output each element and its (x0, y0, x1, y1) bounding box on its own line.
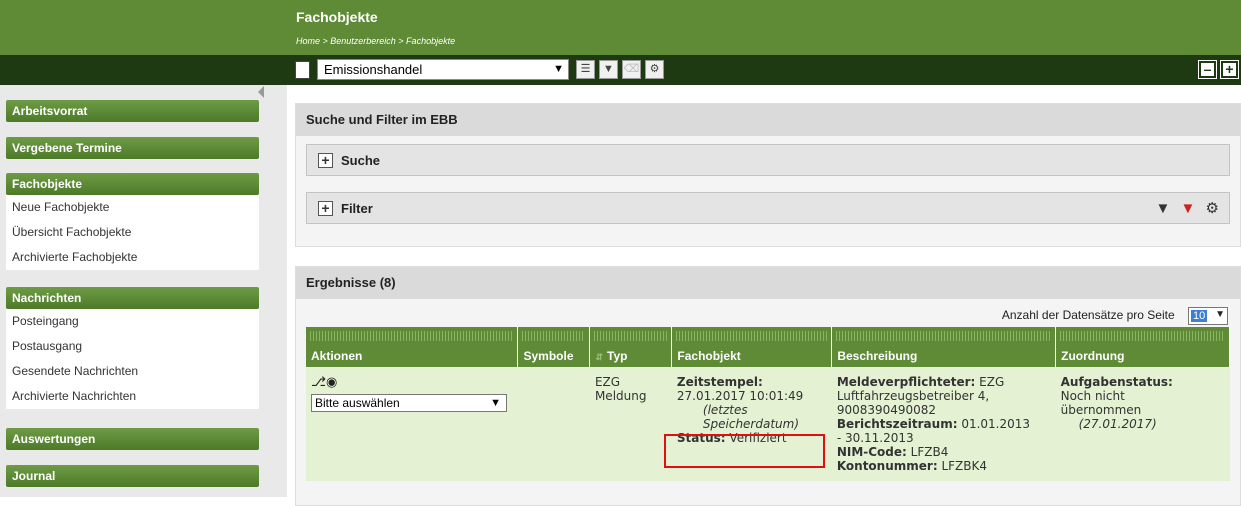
filter-icons: ▼ ▼ ⚙ (1149, 199, 1219, 217)
per-page-value: 10 (1191, 310, 1208, 322)
filter-label: Filter (341, 201, 373, 216)
chevron-down-icon: ▼ (1215, 309, 1225, 320)
trash-icon[interactable]: ⌫ (622, 60, 641, 79)
header: Fachobjekte Home > Benutzerbereich > Fac… (287, 0, 1241, 55)
sort-icon: ⇵ (595, 352, 603, 362)
nav-item-gesendete-nachrichten[interactable]: Gesendete Nachrichten (6, 359, 259, 384)
nav-item-archivierte-fachobjekte[interactable]: Archivierte Fachobjekte (6, 245, 259, 270)
sidebar: Arbeitsvorrat Vergebene Termine Fachobje… (0, 85, 287, 497)
cell-beschreibung: Meldeverpflichteter: EZG Luftfahrzeugsbe… (831, 367, 1056, 481)
nav-arbeitsvorrat[interactable]: Arbeitsvorrat (6, 100, 259, 122)
per-page-label: Anzahl der Datensätze pro Seite (1001, 308, 1175, 323)
edit-list-icon[interactable]: ☰ (576, 60, 595, 79)
search-accordion[interactable]: + Suche (306, 144, 1230, 176)
nav-group-termine: Vergebene Termine (6, 137, 259, 159)
bz-value: 01.01.2013 (961, 417, 1031, 431)
kn-value: LFZBK4 (941, 459, 987, 473)
nav-auswertungen[interactable]: Auswertungen (6, 428, 259, 450)
timestamp-note-1: (letztes (702, 403, 748, 417)
timestamp-value: 27.01.2017 10:01:49 (676, 389, 804, 403)
typ-line2: Meldung (594, 389, 647, 403)
col-fachobjekt[interactable]: Fachobjekt (671, 327, 833, 367)
nav-group-fachobjekte: Fachobjekte Neue Fachobjekte Übersicht F… (6, 173, 259, 270)
search-filter-panel: Suche und Filter im EBB + Suche + Filter… (295, 103, 1241, 247)
funnel-icon[interactable]: ▼ (1155, 200, 1170, 217)
nav-item-posteingang[interactable]: Posteingang (6, 309, 259, 334)
main-content: Suche und Filter im EBB + Suche + Filter… (287, 85, 1241, 506)
nav-item-uebersicht-fachobjekte[interactable]: Übersicht Fachobjekte (6, 220, 259, 245)
nav-journal[interactable]: Journal (6, 465, 259, 487)
gears-icon[interactable]: ⚙ (645, 60, 664, 79)
col-aktionen[interactable]: Aktionen (306, 327, 519, 367)
nav-group-arbeitsvorrat: Arbeitsvorrat (6, 100, 259, 122)
mv-value-3: 9008390490082 (836, 403, 937, 417)
nav-vergebene-termine[interactable]: Vergebene Termine (6, 137, 259, 159)
results-title: Ergebnisse (8) (296, 267, 1240, 299)
collapse-sidebar-icon[interactable] (258, 86, 264, 98)
breadcrumb[interactable]: Home > Benutzerbereich > Fachobjekte (296, 36, 455, 46)
cell-typ: EZG Meldung (589, 367, 672, 481)
search-label: Suche (341, 153, 381, 168)
nav-item-archivierte-nachrichten[interactable]: Archivierte Nachrichten (6, 384, 259, 409)
nav-item-neue-fachobjekte[interactable]: Neue Fachobjekte (6, 195, 259, 220)
document-icon[interactable] (295, 61, 310, 79)
col-typ[interactable]: ⇵ Typ (589, 327, 673, 367)
search-filter-title: Suche und Filter im EBB (296, 104, 1240, 136)
chevron-down-icon: ▼ (490, 397, 501, 409)
typ-line1: EZG (594, 375, 621, 389)
cell-aktionen: ⎇◉ Bitte auswählen ▼ (306, 367, 518, 481)
mv-label: Meldeverpflichteter: (836, 375, 976, 389)
per-page-select[interactable]: 10 ▼ (1188, 307, 1228, 325)
expand-filter-icon[interactable]: + (318, 201, 333, 216)
col-zuordnung[interactable]: Zuordnung (1055, 327, 1230, 367)
category-select[interactable]: Emissionshandel ▼ (317, 59, 569, 80)
nim-label: NIM-Code: (836, 445, 907, 459)
unlock-icon[interactable]: ⎇ (311, 375, 326, 390)
nav-group-auswertungen: Auswertungen (6, 428, 259, 450)
aufgabenstatus-value-1: Noch nicht (1060, 389, 1125, 403)
mv-value-2: Luftfahrzeugsbetreiber 4, (836, 389, 990, 403)
aufgabenstatus-value-2: übernommen (1060, 403, 1142, 417)
results-panel: Ergebnisse (8) Anzahl der Datensätze pro… (295, 266, 1241, 506)
nav-item-postausgang[interactable]: Postausgang (6, 334, 259, 359)
per-page-control: Anzahl der Datensätze pro Seite 10 ▼ (1002, 307, 1228, 325)
action-select[interactable]: Bitte auswählen ▼ (311, 394, 507, 412)
kn-label: Kontonummer: (836, 459, 938, 473)
toolbar: Emissionshandel ▼ ☰ ▼ ⌫ ⚙ – + (287, 55, 1241, 85)
toolbar-left-bar (0, 55, 287, 85)
filter-accordion[interactable]: + Filter ▼ ▼ ⚙ (306, 192, 1230, 224)
expand-all-icon[interactable]: + (1220, 60, 1239, 79)
nim-value: LFZB4 (910, 445, 949, 459)
highlight-annotation (664, 434, 825, 468)
nav-group-nachrichten: Nachrichten Posteingang Postausgang Gese… (6, 287, 259, 409)
bz-value-2: - 30.11.2013 (836, 431, 914, 445)
gears-icon[interactable]: ⚙ (1206, 200, 1219, 217)
page-title: Fachobjekte (296, 9, 378, 25)
eye-icon[interactable]: ◉ (326, 375, 337, 390)
aufgabenstatus-label: Aufgabenstatus: (1060, 375, 1173, 389)
cell-zuordnung: Aufgabenstatus: Noch nicht übernommen (2… (1055, 367, 1230, 481)
collapse-all-icon[interactable]: – (1198, 60, 1217, 79)
cell-symbole (517, 367, 590, 481)
chevron-down-icon: ▼ (553, 63, 564, 75)
header-left-bar (0, 0, 287, 55)
nav-group-journal: Journal (6, 465, 259, 487)
mv-value: EZG (979, 375, 1005, 389)
timestamp-note-2: Speicherdatum) (702, 417, 800, 431)
col-beschreibung[interactable]: Beschreibung (831, 327, 1057, 367)
filter-settings-icon[interactable]: ▼ (599, 60, 618, 79)
nav-fachobjekte[interactable]: Fachobjekte (6, 173, 259, 195)
category-select-value: Emissionshandel (324, 62, 423, 77)
col-symbole[interactable]: Symbole (517, 327, 591, 367)
nav-nachrichten[interactable]: Nachrichten (6, 287, 259, 309)
clear-filter-icon[interactable]: ▼ (1181, 200, 1196, 217)
bz-label: Berichtszeitraum: (836, 417, 958, 431)
action-select-value: Bitte auswählen (315, 396, 400, 410)
expand-search-icon[interactable]: + (318, 153, 333, 168)
aufgabenstatus-date: (27.01.2017) (1078, 417, 1157, 431)
timestamp-label: Zeitstempel: (676, 375, 763, 389)
